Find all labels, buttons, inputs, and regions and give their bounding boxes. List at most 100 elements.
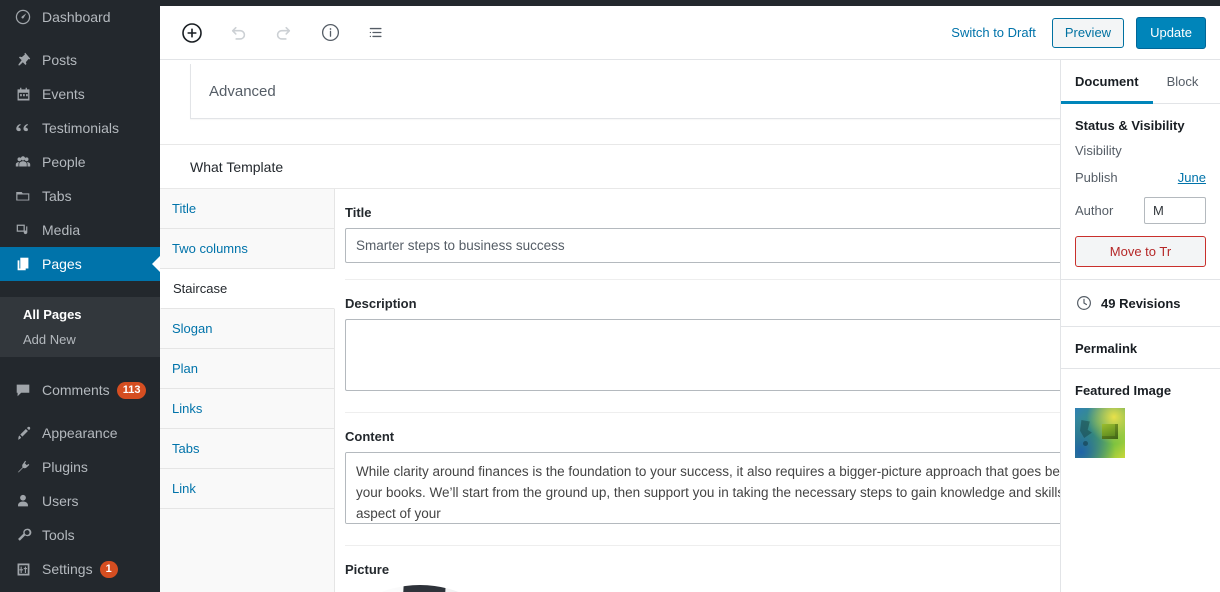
author-row: Author M bbox=[1075, 197, 1206, 224]
tab-block[interactable]: Block bbox=[1153, 60, 1213, 104]
sidebar-item-testimonials[interactable]: Testimonials bbox=[0, 111, 160, 145]
menu-separator bbox=[0, 407, 160, 416]
sidebar-item-label: Settings bbox=[42, 561, 93, 577]
sidebar-item-label: People bbox=[42, 154, 86, 170]
sidebar-item-media[interactable]: Media bbox=[0, 213, 160, 247]
document-settings-sidebar: Document Block Status & Visibility Visib… bbox=[1060, 60, 1220, 592]
pages-submenu: All Pages Add New bbox=[0, 297, 160, 357]
sidebar-item-tools[interactable]: Tools bbox=[0, 518, 160, 552]
publish-label: Publish bbox=[1075, 170, 1118, 185]
featured-image-thumbnail[interactable] bbox=[1075, 408, 1125, 458]
permalink-heading: Permalink bbox=[1075, 341, 1138, 356]
folder-icon bbox=[13, 186, 33, 206]
sidebar-item-label: Plugins bbox=[42, 459, 88, 475]
sidebar-item-users[interactable]: Users bbox=[0, 484, 160, 518]
publish-row[interactable]: Publish June bbox=[1075, 170, 1206, 185]
calendar-icon bbox=[13, 84, 33, 104]
author-select[interactable]: M bbox=[1144, 197, 1206, 224]
preview-button[interactable]: Preview bbox=[1051, 17, 1125, 48]
visibility-label: Visibility bbox=[1075, 143, 1122, 158]
featured-image-heading: Featured Image bbox=[1075, 383, 1172, 398]
move-to-trash-button[interactable]: Move to Tr bbox=[1075, 236, 1206, 267]
advanced-panel-label: Advanced bbox=[209, 82, 276, 100]
editor-content-scroll-region: Advanced What Template Title Two columns… bbox=[160, 60, 1206, 592]
submenu-item-add-new[interactable]: Add New bbox=[0, 327, 160, 352]
update-button[interactable]: Update bbox=[1136, 16, 1206, 49]
sidebar-item-dashboard[interactable]: Dashboard bbox=[0, 0, 160, 34]
sidebar-item-people[interactable]: People bbox=[0, 145, 160, 179]
dashboard-icon bbox=[13, 7, 33, 27]
settings-count-badge: 1 bbox=[99, 560, 118, 578]
template-tab-links[interactable]: Links bbox=[160, 389, 334, 429]
sidebar-item-label: Dashboard bbox=[42, 9, 111, 25]
sidebar-item-posts[interactable]: Posts bbox=[0, 43, 160, 77]
brush-icon bbox=[13, 423, 33, 443]
sidebar-item-label: Appearance bbox=[42, 425, 118, 441]
what-template-metabox: What Template Title Two columns Staircas… bbox=[160, 144, 1206, 592]
status-visibility-panel: Status & Visibility Visibility Publish J… bbox=[1061, 104, 1220, 280]
sidebar-item-label: Pages bbox=[42, 256, 82, 272]
list-view-icon[interactable] bbox=[358, 15, 394, 51]
people-icon bbox=[13, 152, 33, 172]
sidebar-tab-list: Document Block bbox=[1061, 60, 1220, 104]
advanced-panel-toggle[interactable]: Advanced bbox=[191, 64, 1175, 118]
wrench-icon bbox=[13, 525, 33, 545]
revisions-label: 49 Revisions bbox=[1101, 295, 1181, 311]
media-icon bbox=[13, 220, 33, 240]
template-tab-two-columns[interactable]: Two columns bbox=[160, 229, 334, 269]
sidebar-item-tabs[interactable]: Tabs bbox=[0, 179, 160, 213]
tab-document[interactable]: Document bbox=[1061, 60, 1153, 104]
undo-icon[interactable] bbox=[220, 15, 256, 51]
featured-image-cube bbox=[1102, 424, 1118, 439]
user-icon bbox=[13, 491, 33, 511]
sidebar-item-appearance[interactable]: Appearance bbox=[0, 416, 160, 450]
pages-icon bbox=[13, 254, 33, 274]
sidebar-item-label: Comments bbox=[42, 382, 110, 398]
featured-image-panel: Featured Image bbox=[1061, 369, 1220, 470]
template-tab-slogan[interactable]: Slogan bbox=[160, 309, 334, 349]
editor-tools-group bbox=[160, 15, 394, 51]
template-tab-plan[interactable]: Plan bbox=[160, 349, 334, 389]
comments-icon bbox=[13, 380, 33, 400]
advanced-panel: Advanced bbox=[190, 64, 1176, 119]
template-tab-title[interactable]: Title bbox=[160, 189, 334, 229]
info-circle-icon[interactable] bbox=[312, 15, 348, 51]
menu-separator bbox=[0, 34, 160, 43]
switch-to-draft-button[interactable]: Switch to Draft bbox=[947, 19, 1040, 46]
sidebar-item-plugins[interactable]: Plugins bbox=[0, 450, 160, 484]
editor-header-toolbar: Switch to Draft Preview Update bbox=[160, 0, 1220, 60]
sidebar-item-pages[interactable]: Pages bbox=[0, 247, 160, 281]
picture-preview-image[interactable] bbox=[345, 585, 495, 592]
template-tab-link[interactable]: Link bbox=[160, 469, 334, 509]
featured-image-shape bbox=[1080, 420, 1092, 438]
plus-circle-icon[interactable] bbox=[174, 15, 210, 51]
template-tab-tabs[interactable]: Tabs bbox=[160, 429, 334, 469]
status-visibility-heading: Status & Visibility bbox=[1075, 118, 1185, 133]
sidebar-item-label: Events bbox=[42, 86, 85, 102]
pin-icon bbox=[13, 50, 33, 70]
visibility-row[interactable]: Visibility bbox=[1075, 143, 1206, 158]
quote-icon bbox=[13, 118, 33, 138]
admin-sidebar: Dashboard Posts Events Testimonials Peop… bbox=[0, 0, 160, 592]
revisions-row[interactable]: 49 Revisions bbox=[1061, 280, 1220, 327]
sidebar-item-label: Media bbox=[42, 222, 81, 238]
sidebar-item-label: Testimonials bbox=[42, 120, 120, 136]
sidebar-item-label: Users bbox=[42, 493, 79, 509]
template-tab-list: Title Two columns Staircase Slogan Plan … bbox=[160, 189, 335, 592]
template-tab-staircase[interactable]: Staircase bbox=[160, 269, 335, 309]
sidebar-item-label: Posts bbox=[42, 52, 78, 68]
author-label: Author bbox=[1075, 203, 1114, 218]
sidebar-item-label: Tools bbox=[42, 527, 75, 543]
metabox-title: What Template bbox=[190, 159, 284, 175]
featured-image-dot bbox=[1083, 441, 1088, 446]
permalink-panel[interactable]: Permalink bbox=[1061, 327, 1220, 369]
settings-icon bbox=[13, 559, 33, 579]
redo-icon[interactable] bbox=[266, 15, 302, 51]
metabox-header: What Template bbox=[160, 145, 1206, 189]
submenu-item-all-pages[interactable]: All Pages bbox=[0, 302, 160, 327]
advanced-panel-wrapper: Advanced bbox=[160, 60, 1206, 119]
sidebar-item-comments[interactable]: Comments 113 bbox=[0, 373, 160, 407]
publish-date-link[interactable]: June bbox=[1178, 170, 1206, 185]
sidebar-item-events[interactable]: Events bbox=[0, 77, 160, 111]
sidebar-item-settings[interactable]: Settings 1 bbox=[0, 552, 160, 586]
